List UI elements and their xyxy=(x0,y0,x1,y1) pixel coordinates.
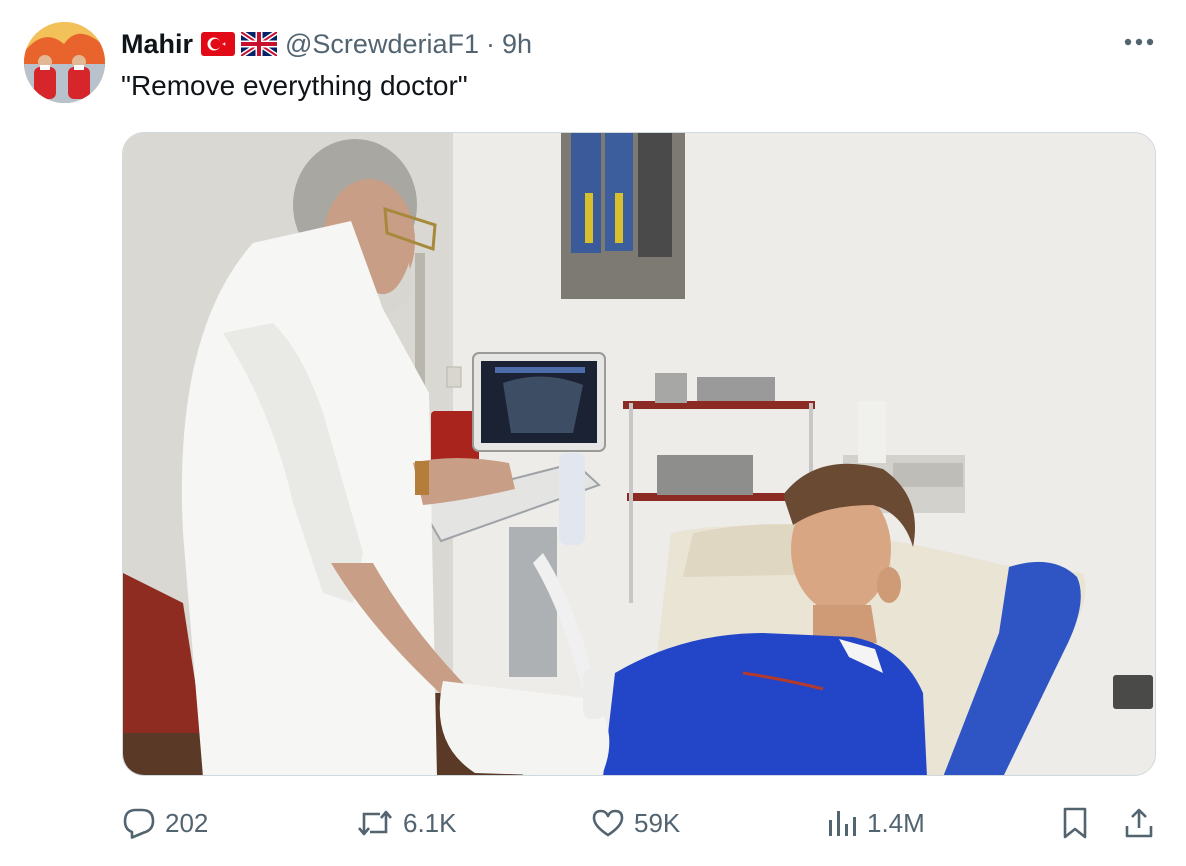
tweet-photo[interactable] xyxy=(122,132,1156,776)
repost-count: 6.1K xyxy=(403,807,457,838)
share-button[interactable] xyxy=(1124,800,1154,846)
uk-flag-icon xyxy=(241,32,278,56)
author-handle[interactable]: @ScrewderiaF1 xyxy=(285,29,479,60)
tweet-header: Mahir @ScrewderiaF1 · 9h xyxy=(121,26,532,62)
tweet-actions-bar: 202 6.1K 59K 1.4M xyxy=(0,800,1186,846)
share-icon xyxy=(1125,808,1153,838)
author-name[interactable]: Mahir xyxy=(121,29,193,60)
views-icon xyxy=(829,811,856,836)
author-avatar[interactable] xyxy=(24,22,105,103)
tweet-text: "Remove everything doctor" xyxy=(121,70,468,101)
bookmark-button[interactable] xyxy=(1060,800,1090,846)
reply-count: 202 xyxy=(165,807,209,838)
more-horizontal-icon xyxy=(1124,38,1154,46)
reply-button[interactable]: 202 xyxy=(122,800,208,846)
more-options-button[interactable] xyxy=(1122,28,1156,56)
tweet-timestamp[interactable]: 9h xyxy=(502,29,532,60)
like-icon xyxy=(592,809,624,837)
repost-icon xyxy=(358,810,392,836)
repost-button[interactable]: 6.1K xyxy=(356,800,457,846)
reply-icon xyxy=(123,808,155,839)
turkey-flag-icon xyxy=(201,32,236,56)
separator-dot: · xyxy=(486,28,495,59)
bookmark-icon xyxy=(1063,807,1087,839)
like-count: 59K xyxy=(634,807,681,838)
like-button[interactable]: 59K xyxy=(591,800,680,846)
view-count: 1.4M xyxy=(867,807,925,838)
views-button[interactable]: 1.4M xyxy=(826,800,925,846)
